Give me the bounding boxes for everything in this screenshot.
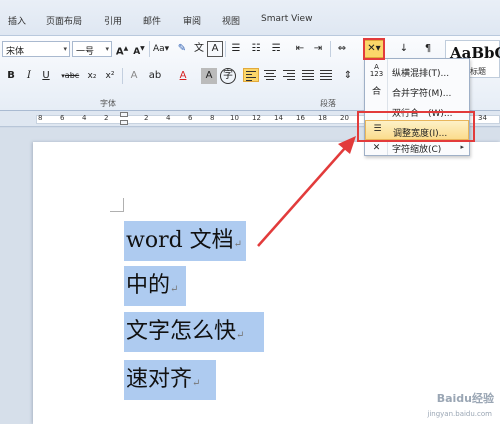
watermark-brand: Baidu经验 <box>436 392 494 405</box>
watermark-url: jingyan.baidu.com <box>427 410 492 418</box>
callout-arrow <box>257 136 356 247</box>
